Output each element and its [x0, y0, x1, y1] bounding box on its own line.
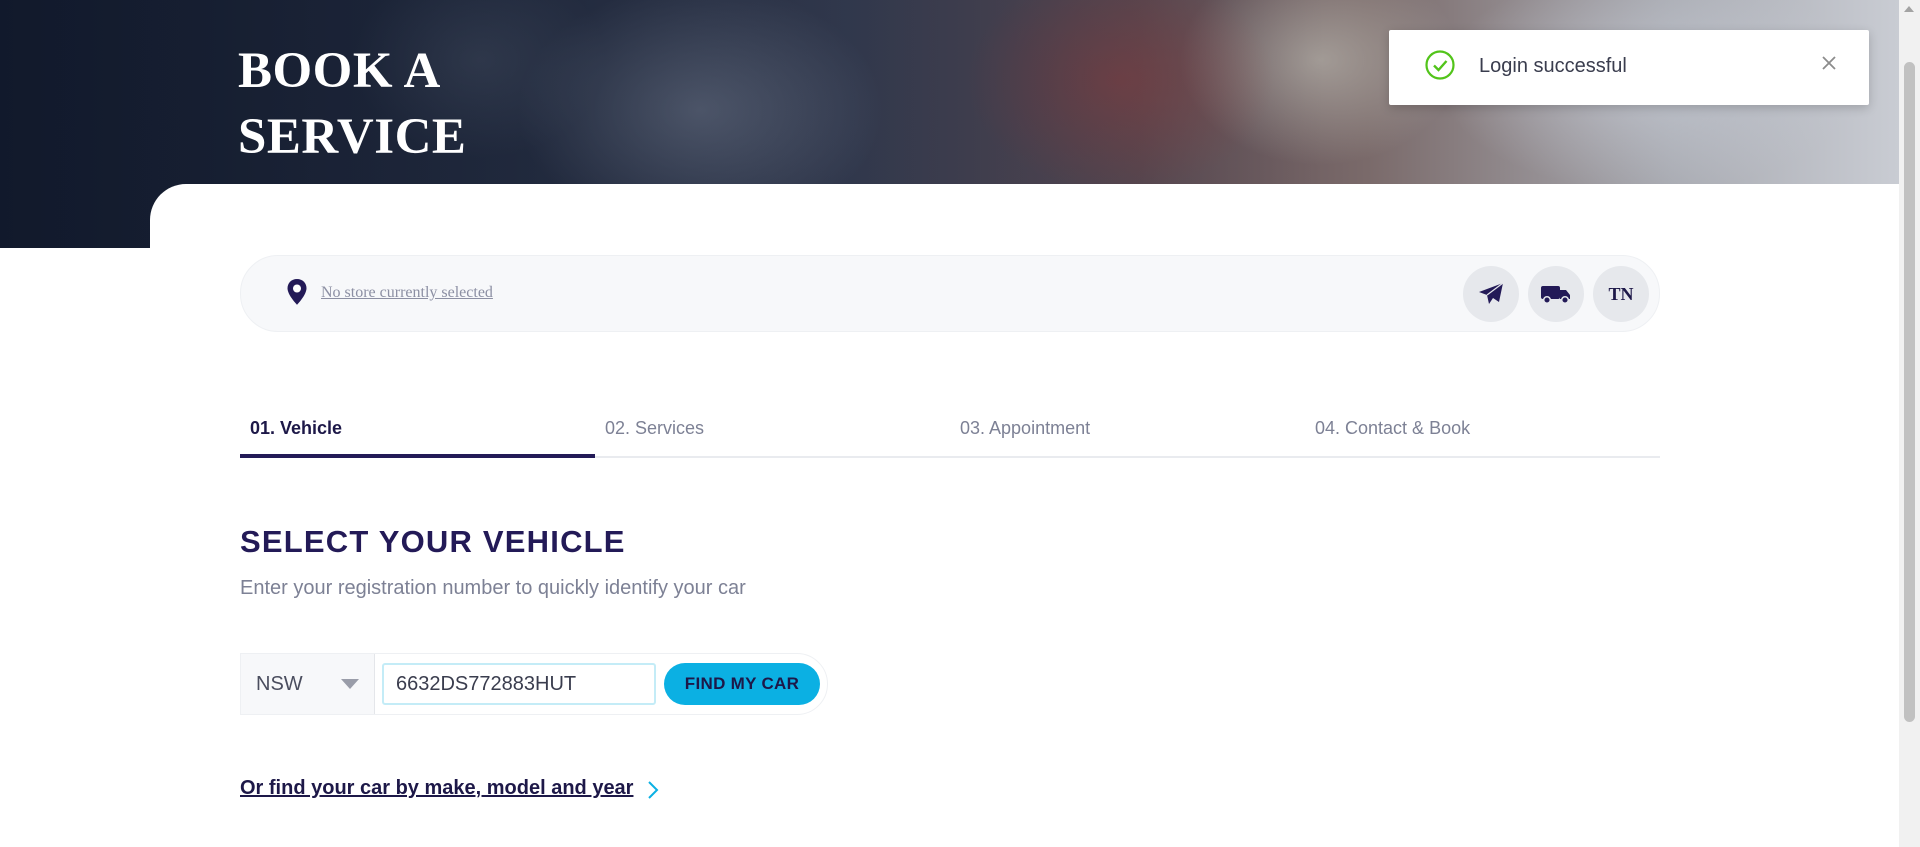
tab-vehicle[interactable]: 01. Vehicle	[250, 418, 342, 439]
location-pin-icon	[287, 279, 307, 305]
send-icon	[1479, 282, 1504, 304]
tab-appointment[interactable]: 03. Appointment	[960, 418, 1090, 439]
booking-steps-tabs: 01. Vehicle 02. Services 03. Appointment…	[240, 412, 1660, 458]
find-my-car-button[interactable]: FIND MY CAR	[664, 663, 820, 705]
select-store-link[interactable]: No store currently selected	[321, 284, 493, 302]
send-button[interactable]	[1463, 266, 1519, 322]
page-title: BOOK A SERVICE	[238, 43, 467, 165]
account-avatar[interactable]: TN	[1593, 266, 1649, 322]
toast-message: Login successful	[1479, 55, 1627, 77]
rego-input[interactable]	[382, 663, 656, 705]
tab-contact-book[interactable]: 04. Contact & Book	[1315, 418, 1470, 439]
chevron-right-icon[interactable]	[646, 779, 660, 801]
state-select[interactable]: NSW	[241, 654, 375, 714]
truck-icon	[1541, 286, 1570, 305]
section-subtitle: Enter your registration number to quickl…	[240, 577, 746, 599]
tab-services[interactable]: 02. Services	[605, 418, 704, 439]
check-circle-icon	[1425, 50, 1455, 80]
scroll-up-arrow-icon[interactable]	[1904, 6, 1914, 12]
state-select-value: NSW	[256, 673, 303, 695]
caret-down-icon	[341, 679, 359, 689]
login-toast: Login successful	[1389, 30, 1869, 105]
rego-search-form: NSW FIND MY CAR	[240, 653, 828, 715]
close-icon[interactable]	[1820, 54, 1838, 72]
find-by-make-model-link[interactable]: Or find your car by make, model and year	[240, 777, 633, 800]
active-tab-indicator	[240, 454, 595, 458]
scrollbar-thumb[interactable]	[1904, 62, 1915, 722]
delivery-button[interactable]	[1528, 266, 1584, 322]
section-title: SELECT YOUR VEHICLE	[240, 524, 626, 559]
